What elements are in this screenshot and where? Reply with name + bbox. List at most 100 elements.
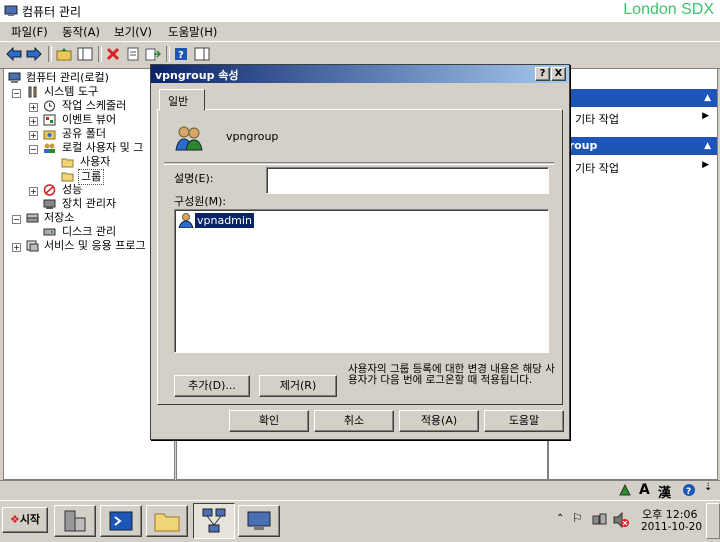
hanja-button[interactable]: 漢 xyxy=(658,482,671,501)
up-folder-icon[interactable] xyxy=(55,45,73,63)
help-icon[interactable]: ? xyxy=(172,45,190,63)
tree-item-performance[interactable]: 성능 xyxy=(62,183,82,197)
menu-bar: 파일(F) 동작(A) 보기(V) 도움말(H) xyxy=(0,22,720,41)
membership-note: 사용자의 그룹 등록에 대한 변경 내용은 해당 사용자가 다음 번에 로그온할… xyxy=(348,363,555,386)
remove-button[interactable]: 제거(R) xyxy=(259,375,337,397)
separator xyxy=(164,162,554,165)
expand-toggle[interactable]: + xyxy=(12,243,21,252)
tools-icon xyxy=(28,86,37,98)
svg-text:?: ? xyxy=(178,50,184,61)
collapse-up-icon[interactable]: ▲ xyxy=(704,89,711,107)
dialog-help-button[interactable]: ? xyxy=(535,67,550,81)
clock-icon xyxy=(44,100,55,112)
apply-button[interactable]: 적용(A) xyxy=(399,410,479,432)
members-list[interactable]: vpnadmin xyxy=(174,209,549,353)
menu-action[interactable]: 동작(A) xyxy=(62,24,100,40)
tree-item-storage[interactable]: 저장소 xyxy=(44,211,74,225)
users-icon xyxy=(44,143,55,153)
expand-toggle[interactable]: + xyxy=(29,187,38,196)
actions-header-vpngroup[interactable]: ngroup ▲ xyxy=(549,137,717,155)
dialog-title: vpngroup 속성 xyxy=(155,69,239,82)
window-title: 컴퓨터 관리 xyxy=(22,5,82,19)
tree-item-services[interactable]: 서비스 및 응용 프로그 xyxy=(44,239,146,253)
expand-toggle[interactable]: + xyxy=(29,103,38,112)
properties-icon[interactable] xyxy=(124,45,142,63)
actions-pane: 룹 ▲ 기타 작업 ▶ ngroup ▲ 기타 작업 ▶ xyxy=(548,68,718,480)
computer-icon xyxy=(8,72,21,83)
group-name: vpngroup xyxy=(226,130,279,143)
tab-panel: vpngroup 설명(E): 구성원(M): vpnadmin 추가(D)..… xyxy=(157,109,563,405)
taskbar-computer-management[interactable] xyxy=(193,503,235,539)
watermark: London SDX xyxy=(623,1,714,18)
tray-expand-icon[interactable]: ⌃ xyxy=(556,513,564,524)
taskbar-server-manager[interactable] xyxy=(54,505,96,537)
taskbar-explorer[interactable] xyxy=(146,505,188,537)
tab-general[interactable]: 일반 xyxy=(159,89,205,111)
dialog-close-button[interactable]: X xyxy=(551,67,566,81)
show-hide-tree-icon[interactable] xyxy=(76,45,94,63)
tree-item-shared-folders[interactable]: 공유 폴더 xyxy=(62,127,106,141)
description-input[interactable] xyxy=(266,167,549,194)
expand-toggle[interactable]: + xyxy=(29,131,38,140)
event-viewer-icon xyxy=(43,114,56,126)
forward-arrow-icon[interactable] xyxy=(25,45,43,63)
performance-icon xyxy=(43,184,56,196)
help-button[interactable]: 도움말 xyxy=(484,410,564,432)
dialog-title-bar: vpngroup 속성 ? X xyxy=(151,65,569,83)
start-button[interactable]: ❖시작 xyxy=(2,507,48,533)
collapse-toggle[interactable]: − xyxy=(29,145,38,154)
ok-button[interactable]: 확인 xyxy=(229,410,309,432)
tree-root[interactable]: 컴퓨터 관리(로컬) xyxy=(26,71,109,85)
device-manager-icon xyxy=(43,199,56,209)
windows-logo-icon: ❖ xyxy=(9,513,20,526)
tree-item-task-scheduler[interactable]: 작업 스케줄러 xyxy=(62,99,126,113)
collapse-toggle[interactable]: − xyxy=(12,89,21,98)
computer-management-icon xyxy=(4,5,18,16)
tree-item-local-users[interactable]: 로컬 사용자 및 그 xyxy=(62,141,143,155)
actions-header-groups[interactable]: 룹 ▲ xyxy=(549,89,717,107)
collapse-toggle[interactable]: − xyxy=(12,215,21,224)
ime-icon[interactable] xyxy=(618,483,632,497)
action-more-actions[interactable]: 기타 작업 xyxy=(575,160,619,176)
powershell-icon xyxy=(109,511,133,531)
taskbar-powershell[interactable] xyxy=(100,505,142,537)
help-circle-icon[interactable]: ? xyxy=(682,483,696,497)
menu-help[interactable]: 도움말(H) xyxy=(168,24,217,40)
tree-item-disk-management[interactable]: 디스크 관리 xyxy=(62,225,116,239)
clock-time[interactable]: 오후 12:06 xyxy=(642,506,697,522)
back-arrow-icon[interactable] xyxy=(5,45,23,63)
menu-file[interactable]: 파일(F) xyxy=(11,24,48,40)
delete-icon[interactable] xyxy=(104,45,122,63)
description-label: 설명(E): xyxy=(174,172,214,185)
shared-folder-icon xyxy=(43,130,56,140)
volume-muted-icon[interactable] xyxy=(612,512,630,528)
language-bar-options-icon[interactable]: ⇣ xyxy=(704,482,712,493)
remote-desktop-icon xyxy=(247,511,271,530)
tree-item-users[interactable]: 사용자 xyxy=(80,155,110,169)
menu-view[interactable]: 보기(V) xyxy=(114,24,152,40)
tree-item-device-manager[interactable]: 장치 관리자 xyxy=(62,197,116,211)
folder-icon xyxy=(61,158,74,168)
properties-dialog: vpngroup 속성 ? X 일반 vpngroup 설명(E): 구성원(M… xyxy=(150,64,570,440)
window-title-bar: 컴퓨터 관리 London SDX xyxy=(0,0,720,23)
collapse-up-icon[interactable]: ▲ xyxy=(704,137,711,155)
taskbar-remote-desktop[interactable] xyxy=(238,505,280,537)
export-list-icon[interactable] xyxy=(144,45,162,63)
member-name: vpnadmin xyxy=(195,213,254,228)
storage-icon xyxy=(26,213,39,223)
input-mode-indicator[interactable]: A xyxy=(639,482,650,498)
network-tray-icon[interactable] xyxy=(592,513,608,527)
folder-icon xyxy=(61,172,74,182)
expand-toggle[interactable]: + xyxy=(29,117,38,126)
clock-date[interactable]: 2011-10-20 xyxy=(641,521,702,533)
show-desktop-button[interactable] xyxy=(706,503,720,539)
submenu-arrow-icon: ▶ xyxy=(702,160,709,170)
action-center-flag-icon[interactable]: ⚐ xyxy=(572,511,583,525)
add-button[interactable]: 추가(D)... xyxy=(174,375,250,397)
tree-item-event-viewer[interactable]: 이벤트 뷰어 xyxy=(62,113,116,127)
action-more-actions[interactable]: 기타 작업 xyxy=(575,111,619,127)
show-action-pane-icon[interactable] xyxy=(193,45,211,63)
tree-item-system-tools[interactable]: 시스템 도구 xyxy=(44,85,98,99)
submenu-arrow-icon: ▶ xyxy=(702,111,709,121)
cancel-button[interactable]: 취소 xyxy=(314,410,394,432)
